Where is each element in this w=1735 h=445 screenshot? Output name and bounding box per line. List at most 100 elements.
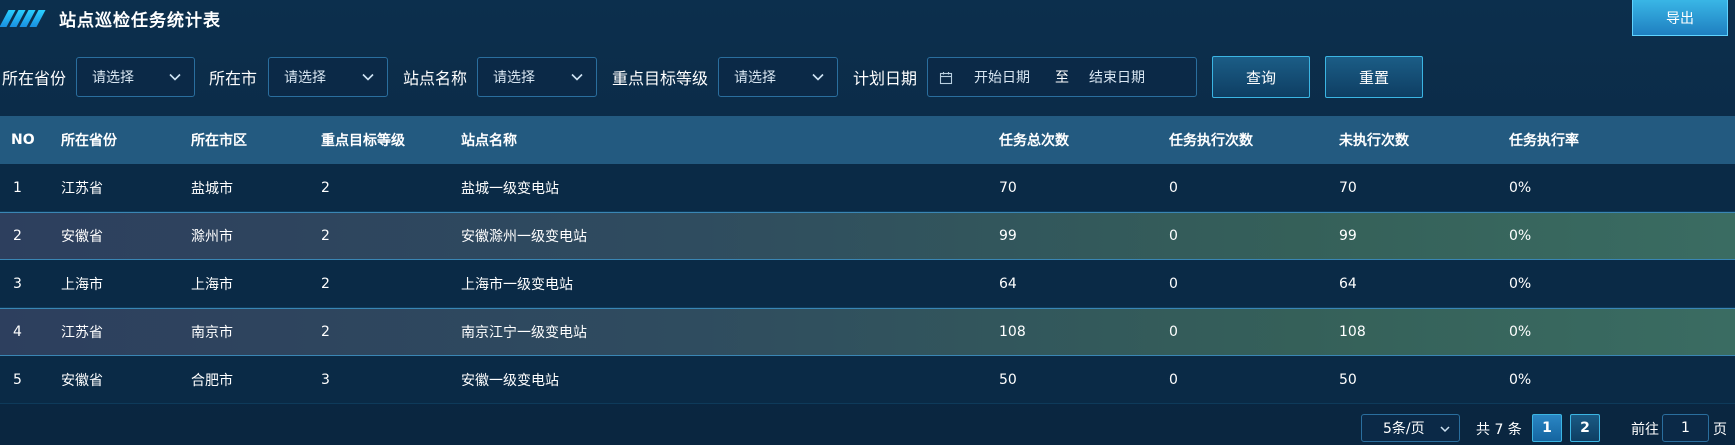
cell-city: 上海市 [191,276,233,293]
header-no: NO [11,132,35,148]
date-start-input[interactable]: 开始日期 [974,67,1030,87]
cell-level: 3 [321,371,330,388]
level-select[interactable]: 请选择 [718,57,838,97]
table-header: NO 所在省份 所在市区 重点目标等级 站点名称 任务总次数 任务执行次数 未执… [0,116,1735,164]
page: 站点巡检任务统计表 导出 所在省份 请选择 所在市 请选择 站点名称 请选择 重… [0,0,1735,445]
city-select[interactable]: 请选择 [268,57,388,97]
header-total: 任务总次数 [999,133,1069,149]
page-suffix: 页 [1713,422,1727,438]
cell-level: 2 [321,228,330,244]
cell-province: 江苏省 [61,325,103,341]
page-size-select[interactable]: 5条/页 [1361,414,1460,442]
province-label: 所在省份 [2,69,67,88]
cell-level: 2 [321,324,330,340]
reset-button[interactable]: 重置 [1325,56,1423,98]
page-size-value: 5条/页 [1383,421,1425,437]
cell-executed: 0 [1169,275,1178,292]
chevron-down-icon [812,73,824,81]
cell-no: 2 [13,228,22,244]
pagination: 5条/页 共 7 条 1 2 前往 1 页 [0,414,1735,442]
title-bar: 站点巡检任务统计表 [0,0,1735,36]
chevron-down-icon [169,73,181,81]
cell-station: 盐城一级变电站 [461,180,559,197]
cell-unexecuted: 70 [1339,179,1357,196]
header-station: 站点名称 [461,133,517,149]
cell-city: 合肥市 [191,372,233,389]
cell-station: 上海市一级变电站 [461,276,573,293]
date-label: 计划日期 [853,69,918,88]
total-count: 共 7 条 [1476,422,1522,438]
cell-no: 1 [13,179,22,196]
page-title: 站点巡检任务统计表 [59,10,221,31]
cell-total: 108 [999,324,1026,340]
station-select-value: 请选择 [493,70,535,86]
page-button-1[interactable]: 1 [1532,414,1562,442]
cell-city: 南京市 [191,325,233,341]
province-select-value: 请选择 [92,70,134,86]
cell-executed: 0 [1169,371,1178,388]
level-select-value: 请选择 [734,70,776,86]
cell-rate: 0% [1509,371,1532,388]
province-select[interactable]: 请选择 [76,57,195,97]
city-label: 所在市 [209,69,258,88]
cell-province: 安徽省 [61,229,103,245]
header-executed: 任务执行次数 [1169,133,1253,149]
cell-station: 安徽一级变电站 [461,372,559,389]
header-city: 所在市区 [191,133,247,149]
chevron-down-icon [1440,426,1450,433]
cell-executed: 0 [1169,228,1178,244]
chevron-down-icon [362,73,374,81]
date-end-input[interactable]: 结束日期 [1089,67,1145,87]
stats-table: NO 所在省份 所在市区 重点目标等级 站点名称 任务总次数 任务执行次数 未执… [0,116,1735,404]
cell-unexecuted: 50 [1339,371,1357,388]
goto-label: 前往 [1631,422,1659,438]
cell-rate: 0% [1509,275,1532,292]
cell-unexecuted: 64 [1339,275,1357,292]
cell-total: 70 [999,179,1017,196]
stripes-icon [0,9,46,27]
header-level: 重点目标等级 [321,133,405,149]
cell-executed: 0 [1169,179,1178,196]
station-label: 站点名称 [403,69,468,88]
cell-unexecuted: 99 [1339,228,1357,244]
table-row[interactable]: 4 江苏省 南京市 2 南京江宁一级变电站 108 0 108 0% [0,308,1735,356]
cell-unexecuted: 108 [1339,324,1366,340]
cell-total: 64 [999,275,1017,292]
goto-page-input[interactable]: 1 [1662,414,1709,442]
header-province: 所在省份 [61,133,117,149]
page-button-2[interactable]: 2 [1570,414,1600,442]
cell-total: 50 [999,371,1017,388]
station-select[interactable]: 请选择 [477,57,597,97]
chevron-down-icon [571,73,583,81]
table-row[interactable]: 5 安徽省 合肥市 3 安徽一级变电站 50 0 50 0% [0,356,1735,404]
header-unexecuted: 未执行次数 [1339,133,1409,149]
table-row[interactable]: 2 安徽省 滁州市 2 安徽滁州一级变电站 99 0 99 0% [0,212,1735,260]
table-row[interactable]: 1 江苏省 盐城市 2 盐城一级变电站 70 0 70 0% [0,164,1735,212]
date-separator: 至 [1055,70,1069,86]
cell-station: 安徽滁州一级变电站 [461,229,587,245]
export-button[interactable]: 导出 [1632,0,1728,36]
cell-no: 3 [13,275,22,292]
cell-station: 南京江宁一级变电站 [461,325,587,341]
cell-city: 盐城市 [191,180,233,197]
level-label: 重点目标等级 [612,69,709,88]
cell-level: 2 [321,275,330,292]
cell-executed: 0 [1169,324,1178,340]
cell-no: 4 [13,324,22,340]
cell-city: 滁州市 [191,229,233,245]
cell-province: 安徽省 [61,372,103,389]
cell-province: 上海市 [61,276,103,293]
cell-province: 江苏省 [61,180,103,197]
calendar-icon [939,72,953,85]
cell-no: 5 [13,371,22,388]
cell-rate: 0% [1509,228,1532,244]
date-range-picker[interactable]: 开始日期 至 结束日期 [927,57,1197,97]
query-button[interactable]: 查询 [1212,56,1310,98]
filter-bar: 所在省份 请选择 所在市 请选择 站点名称 请选择 重点目标等级 请选择 计划日… [0,56,1735,98]
cell-level: 2 [321,179,330,196]
cell-rate: 0% [1509,324,1532,340]
table-row[interactable]: 3 上海市 上海市 2 上海市一级变电站 64 0 64 0% [0,260,1735,308]
city-select-value: 请选择 [284,70,326,86]
cell-rate: 0% [1509,179,1532,196]
cell-total: 99 [999,228,1017,244]
